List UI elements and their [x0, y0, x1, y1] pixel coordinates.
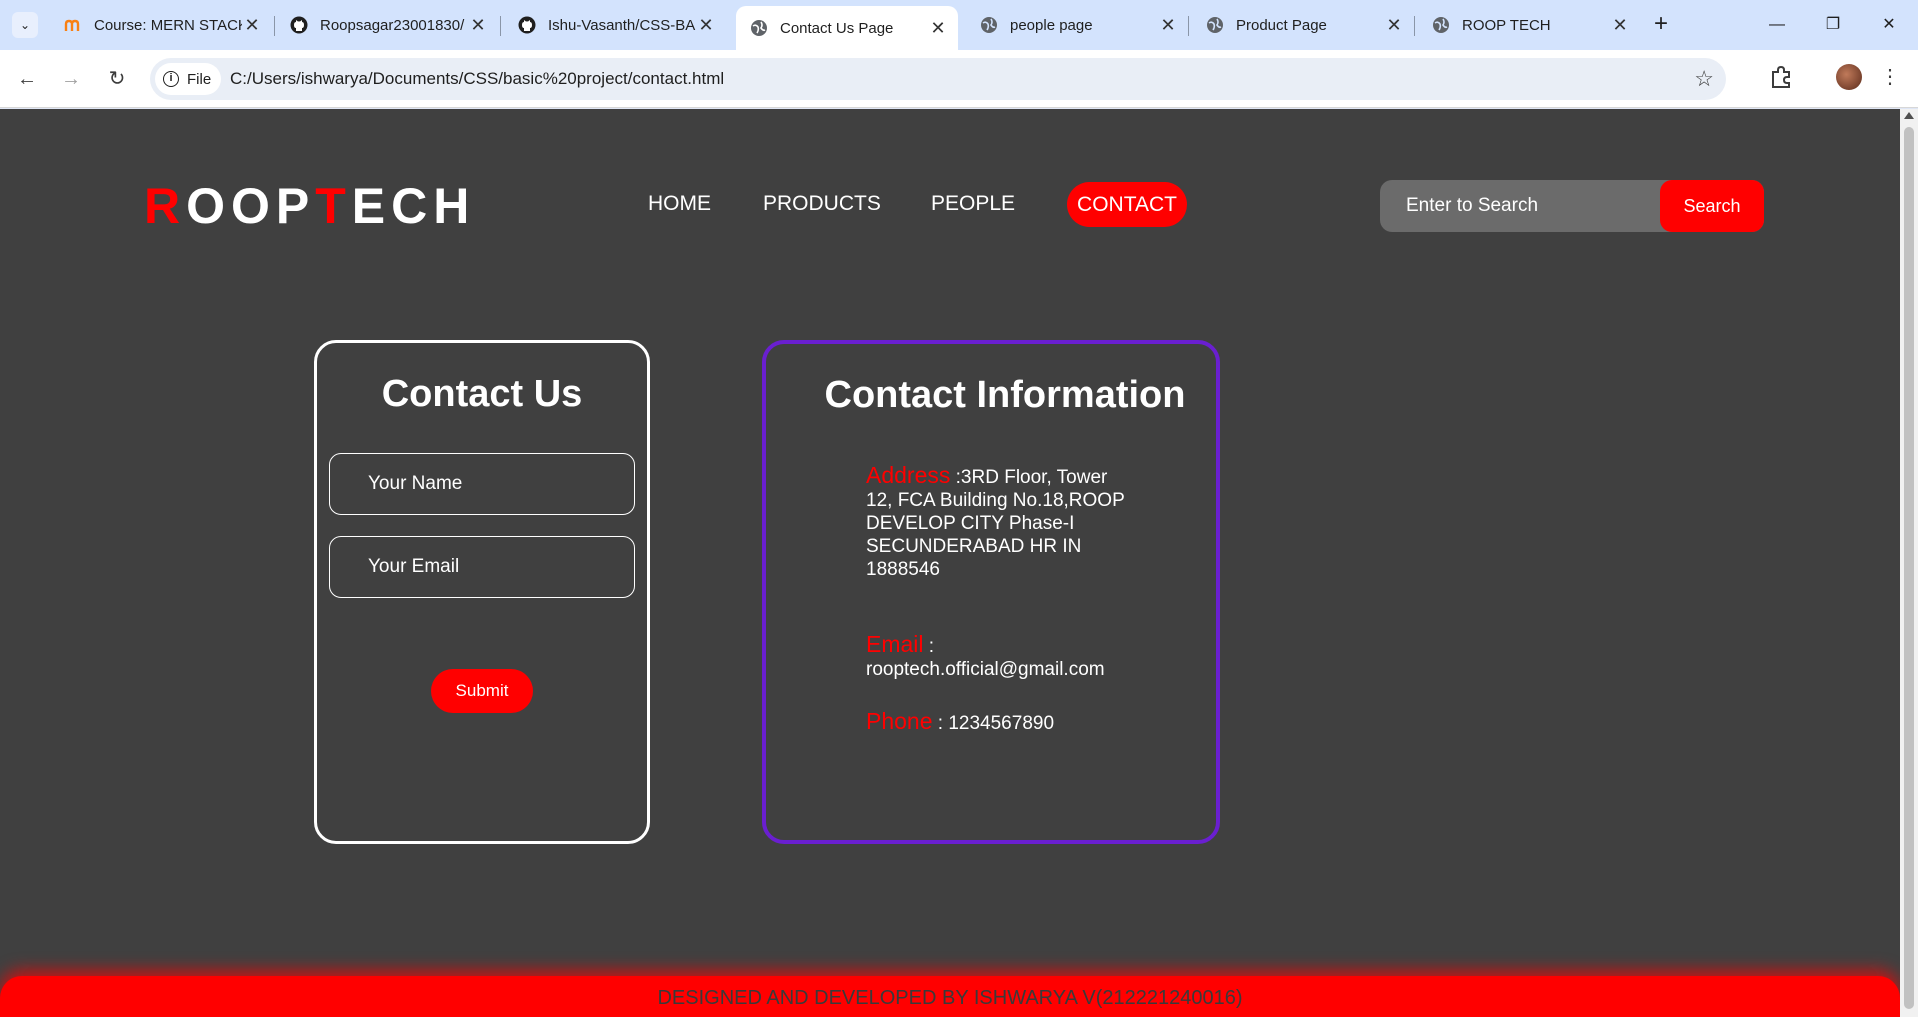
search-button[interactable]: Search — [1660, 180, 1764, 232]
forward-arrow-icon[interactable]: → — [56, 64, 86, 94]
name-input[interactable] — [330, 454, 634, 514]
email-label: Email — [866, 631, 924, 657]
name-field — [329, 453, 635, 515]
tab-roopsagar-github[interactable]: Roopsagar23001830/ ✕ — [276, 8, 498, 42]
chip-label: File — [187, 70, 212, 88]
close-icon[interactable]: ✕ — [928, 18, 948, 39]
tab-ishu-github[interactable]: Ishu-Vasanth/CSS-BA ✕ — [504, 8, 726, 42]
contact-info-title: Contact Information — [824, 374, 1186, 416]
nav-contact[interactable]: CONTACT — [1067, 182, 1187, 227]
email-field — [329, 536, 635, 598]
nav-people[interactable]: PEOPLE — [931, 192, 1015, 216]
back-arrow-icon[interactable]: ← — [12, 64, 42, 94]
phone-label: Phone — [866, 708, 933, 734]
close-icon[interactable]: ✕ — [1158, 15, 1178, 36]
search-input[interactable] — [1380, 180, 1660, 232]
email-block: Email : rooptech.official@gmail.com — [866, 633, 1136, 681]
page-footer: DESIGNED AND DEVELOPED BY ISHWARYA V(212… — [0, 976, 1900, 1017]
close-icon[interactable]: ✕ — [1384, 15, 1404, 36]
phone-value: : 1234567890 — [932, 713, 1055, 734]
bookmark-star-icon[interactable]: ☆ — [1694, 66, 1714, 92]
logo-letter-t: T — [315, 178, 352, 234]
url-text[interactable]: C:/Users/ishwarya/Documents/CSS/basic%20… — [230, 69, 724, 89]
tab-people-page[interactable]: people page ✕ — [966, 8, 1188, 42]
close-icon[interactable]: ✕ — [468, 15, 488, 36]
nav-products[interactable]: PRODUCTS — [763, 192, 881, 216]
minimize-icon[interactable]: — — [1762, 10, 1792, 40]
tab-title: Course: MERN STACK — [94, 16, 242, 34]
logo-text-ech: ECH — [351, 178, 476, 234]
submit-button[interactable]: Submit — [431, 669, 533, 713]
tab-roop-tech[interactable]: ROOP TECH ✕ — [1418, 8, 1640, 42]
github-icon — [518, 16, 536, 34]
tab-strip: ⌄ Course: MERN STACK ✕ Roopsagar23001830… — [0, 0, 1918, 50]
tab-search-button[interactable]: ⌄ — [12, 12, 38, 38]
globe-icon — [980, 16, 998, 34]
tab-title: people page — [1010, 16, 1093, 34]
tab-title: Contact Us Page — [780, 19, 894, 37]
site-logo[interactable]: ROOPTECH — [144, 177, 475, 235]
tab-title: Product Page — [1236, 16, 1327, 34]
site-info-chip[interactable]: i File — [155, 63, 222, 95]
tab-course-mern[interactable]: Course: MERN STACK ✕ — [50, 8, 272, 42]
tab-divider — [274, 16, 275, 36]
close-icon[interactable]: ✕ — [696, 15, 716, 36]
scroll-up-arrow-icon[interactable] — [1904, 112, 1914, 119]
tab-title: Roopsagar23001830/ — [320, 16, 465, 34]
tab-divider — [500, 16, 501, 36]
scrollbar-thumb[interactable] — [1904, 127, 1914, 1009]
nav-home[interactable]: HOME — [648, 192, 711, 216]
tab-product-page[interactable]: Product Page ✕ — [1192, 8, 1414, 42]
window-close-icon[interactable]: ✕ — [1874, 10, 1904, 40]
close-icon[interactable]: ✕ — [242, 15, 262, 36]
contact-info-card: Contact Information Address :3RD Floor, … — [762, 340, 1220, 844]
tab-divider — [1414, 16, 1415, 36]
page-viewport: ROOPTECH HOME PRODUCTS PEOPLE CONTACT Se… — [0, 109, 1900, 1017]
search-box: Search — [1380, 180, 1764, 232]
contact-form-card: Contact Us Submit — [314, 340, 650, 844]
logo-text-oop: OOP — [186, 178, 316, 234]
logo-letter-r: R — [144, 178, 187, 234]
globe-icon — [1432, 16, 1450, 34]
address-label: Address — [866, 462, 951, 488]
address-bar[interactable]: i File C:/Users/ishwarya/Documents/CSS/b… — [150, 58, 1726, 100]
address-block: Address :3RD Floor, Tower 12, FCA Buildi… — [866, 464, 1136, 581]
reload-icon[interactable]: ↻ — [102, 64, 132, 94]
tab-title: Ishu-Vasanth/CSS-BA — [548, 16, 696, 34]
globe-icon — [750, 19, 768, 37]
contact-form-title: Contact Us — [381, 373, 583, 415]
phone-block: Phone : 1234567890 — [866, 710, 1166, 735]
moodle-icon — [64, 16, 82, 34]
tab-title: ROOP TECH — [1462, 16, 1551, 34]
email-input[interactable] — [330, 537, 634, 597]
tab-contact-us[interactable]: Contact Us Page ✕ — [736, 6, 958, 50]
restore-icon[interactable]: ❐ — [1818, 10, 1848, 40]
browser-toolbar: ← → ↻ i File C:/Users/ishwarya/Documents… — [0, 50, 1918, 108]
github-icon — [290, 16, 308, 34]
extensions-puzzle-icon[interactable] — [1766, 62, 1796, 92]
close-icon[interactable]: ✕ — [1610, 15, 1630, 36]
globe-icon — [1206, 16, 1224, 34]
info-icon: i — [163, 71, 179, 87]
new-tab-button[interactable]: + — [1648, 12, 1674, 38]
tab-divider — [1188, 16, 1189, 36]
more-menu-icon[interactable]: ⋮ — [1880, 64, 1900, 94]
profile-avatar[interactable] — [1836, 64, 1862, 90]
page-scrollbar[interactable] — [1900, 109, 1918, 1017]
